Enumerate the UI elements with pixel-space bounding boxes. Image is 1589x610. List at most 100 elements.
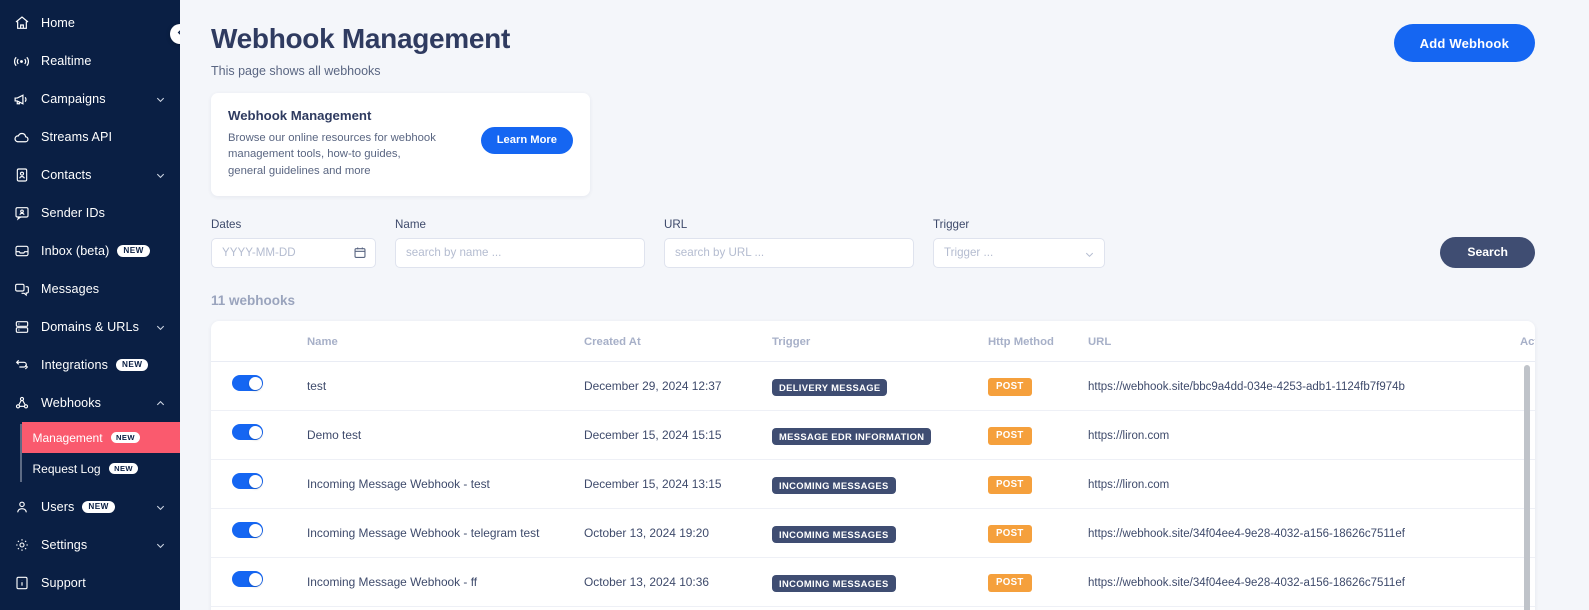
add-webhook-button[interactable]: Add Webhook xyxy=(1393,24,1535,62)
webhook-enabled-toggle[interactable] xyxy=(232,375,263,392)
sender-id-icon xyxy=(13,205,30,222)
table-row: Demo test December 15, 2024 15:15 MESSAGE … xyxy=(211,410,1535,460)
sidebar-item-contacts[interactable]: Contacts xyxy=(0,156,180,194)
toggle-knob xyxy=(248,425,262,439)
cell-url: https://webhook.site/34f04ee4-9e28-4032-… xyxy=(1088,508,1488,558)
home-icon xyxy=(13,15,30,32)
filters-bar: Dates Name URL Trigger xyxy=(211,218,1535,268)
new-badge: NEW xyxy=(82,500,115,514)
sub-item-label: Request Log xyxy=(32,461,101,476)
sidebar-item-support[interactable]: Support xyxy=(0,564,180,602)
cell-trigger: MESSAGE EDR INFORMATION xyxy=(772,410,988,460)
cell-trigger: INCOMING MESSAGES xyxy=(772,508,988,558)
webhook-enabled-toggle[interactable] xyxy=(232,473,263,490)
url-filter: URL xyxy=(664,218,914,268)
contacts-icon xyxy=(13,167,30,184)
sidebar-item-label: Campaigns xyxy=(41,92,106,106)
cell-toggle xyxy=(211,459,307,509)
sidebar-item-inbox[interactable]: Inbox (beta) NEW xyxy=(0,232,180,270)
url-search-input[interactable] xyxy=(664,237,914,268)
sidebar-item-sender-ids[interactable]: Sender IDs xyxy=(0,194,180,232)
cell-name: Incoming Message Webhook - test xyxy=(307,459,584,509)
http-method-badge: POST xyxy=(988,378,1032,396)
webhook-created-at: October 13, 2024 10:36 xyxy=(584,574,709,589)
trigger-select-value: Trigger ... xyxy=(944,246,994,260)
sidebar-item-label: Messages xyxy=(41,282,100,296)
toggle-knob xyxy=(248,523,262,537)
gear-icon xyxy=(13,537,30,554)
name-search-input[interactable] xyxy=(395,237,645,268)
trigger-badge: INCOMING MESSAGES xyxy=(772,525,896,543)
sidebar-item-messages[interactable]: Messages xyxy=(0,270,180,308)
learn-more-button[interactable]: Learn More xyxy=(480,126,573,154)
app-root: Home Realtime Campaigns Streams API Cont… xyxy=(0,0,1589,610)
column-header-created-at: Created At xyxy=(584,320,772,362)
cell-url: https://liron.com xyxy=(1088,410,1488,460)
sidebar-item-label: Domains & URLs xyxy=(41,320,139,334)
chevron-down-icon xyxy=(154,501,166,513)
table-scrollbar[interactable] xyxy=(1524,333,1530,610)
new-badge: NEW xyxy=(116,358,149,372)
sidebar: Home Realtime Campaigns Streams API Cont… xyxy=(0,0,180,610)
table-scrollbar-thumb[interactable] xyxy=(1524,364,1530,610)
realtime-icon xyxy=(13,53,30,70)
sidebar-item-settings[interactable]: Settings xyxy=(0,526,180,564)
sidebar-item-label: Settings xyxy=(41,538,88,552)
cell-name: Incoming Message Webhook - telegram test xyxy=(307,508,584,558)
column-header-trigger: Trigger xyxy=(772,320,988,362)
trigger-badge: DELIVERY MESSAGE xyxy=(772,378,888,396)
sidebar-item-management[interactable]: Management NEW xyxy=(21,422,180,453)
url-label: URL xyxy=(664,217,688,231)
cell-toggle xyxy=(211,557,307,607)
webhook-name: Incoming Message Webhook - ff xyxy=(307,574,478,589)
webhook-url: https://webhook.site/34f04ee4-9e28-4032-… xyxy=(1088,527,1405,540)
webhook-name: test xyxy=(307,378,327,393)
sub-item-label: Management xyxy=(32,430,103,445)
dates-filter: Dates xyxy=(211,218,376,268)
table-head: Name Created At Trigger Http Method URL … xyxy=(211,320,1535,362)
cell-created-at: December 29, 2024 12:37 xyxy=(584,361,772,411)
trigger-badge: MESSAGE EDR INFORMATION xyxy=(772,427,932,445)
sidebar-item-label: Streams API xyxy=(41,130,113,144)
search-button[interactable]: Search xyxy=(1440,236,1535,268)
webhook-url: https://liron.com xyxy=(1088,429,1170,442)
cell-created-at: October 13, 2024 10:36 xyxy=(584,557,772,607)
cell-trigger: DELIVERY MESSAGE xyxy=(772,361,988,411)
cell-toggle xyxy=(211,361,307,411)
webhook-enabled-toggle[interactable] xyxy=(232,522,263,539)
sidebar-item-streams-api[interactable]: Streams API xyxy=(0,118,180,156)
webhook-enabled-toggle[interactable] xyxy=(232,571,263,588)
trigger-label: Trigger xyxy=(933,217,970,231)
webhook-count: 11 webhooks xyxy=(211,292,296,308)
sidebar-nav-list: Home Realtime Campaigns Streams API Cont… xyxy=(0,0,180,602)
webhook-url: https://webhook.site/34f04ee4-9e28-4032-… xyxy=(1088,576,1405,589)
new-badge: NEW xyxy=(108,462,139,475)
support-icon xyxy=(13,575,30,592)
sidebar-item-label: Inbox (beta) xyxy=(41,244,110,258)
sidebar-item-domains-urls[interactable]: Domains & URLs xyxy=(0,308,180,346)
sidebar-item-campaigns[interactable]: Campaigns xyxy=(0,80,180,118)
webhook-name: Incoming Message Webhook - test xyxy=(307,476,490,491)
sidebar-item-realtime[interactable]: Realtime xyxy=(0,42,180,80)
sidebar-item-integrations[interactable]: Integrations NEW xyxy=(0,346,180,384)
webhook-url: https://liron.com xyxy=(1088,478,1170,491)
webhook-enabled-toggle[interactable] xyxy=(232,424,263,441)
name-label: Name xyxy=(395,217,426,231)
cell-trigger: INCOMING MESSAGES xyxy=(772,557,988,607)
user-icon xyxy=(13,499,30,516)
trigger-badge: INCOMING MESSAGES xyxy=(772,476,896,494)
webhook-url: https://webhook.site/bbc9a4dd-034e-4253-… xyxy=(1088,380,1405,393)
sidebar-item-label: Home xyxy=(41,16,75,30)
sidebar-item-request-log[interactable]: Request Log NEW xyxy=(22,453,181,484)
sidebar-item-users[interactable]: Users NEW xyxy=(0,488,180,526)
table-body: test December 29, 2024 12:37 DELIVERY MESS… xyxy=(211,361,1535,607)
trigger-select[interactable]: Trigger ... xyxy=(933,237,1105,268)
webhooks-subnav: Management NEW Request Log NEW xyxy=(0,422,180,484)
dates-input[interactable] xyxy=(211,237,376,268)
sidebar-item-webhooks[interactable]: Webhooks xyxy=(0,384,180,422)
page-subtitle: This page shows all webhooks xyxy=(211,63,381,78)
cloud-icon xyxy=(13,129,30,146)
cell-toggle xyxy=(211,410,307,460)
sidebar-item-home[interactable]: Home xyxy=(0,4,180,42)
cell-name: Incoming Message Webhook - ff xyxy=(307,557,584,607)
